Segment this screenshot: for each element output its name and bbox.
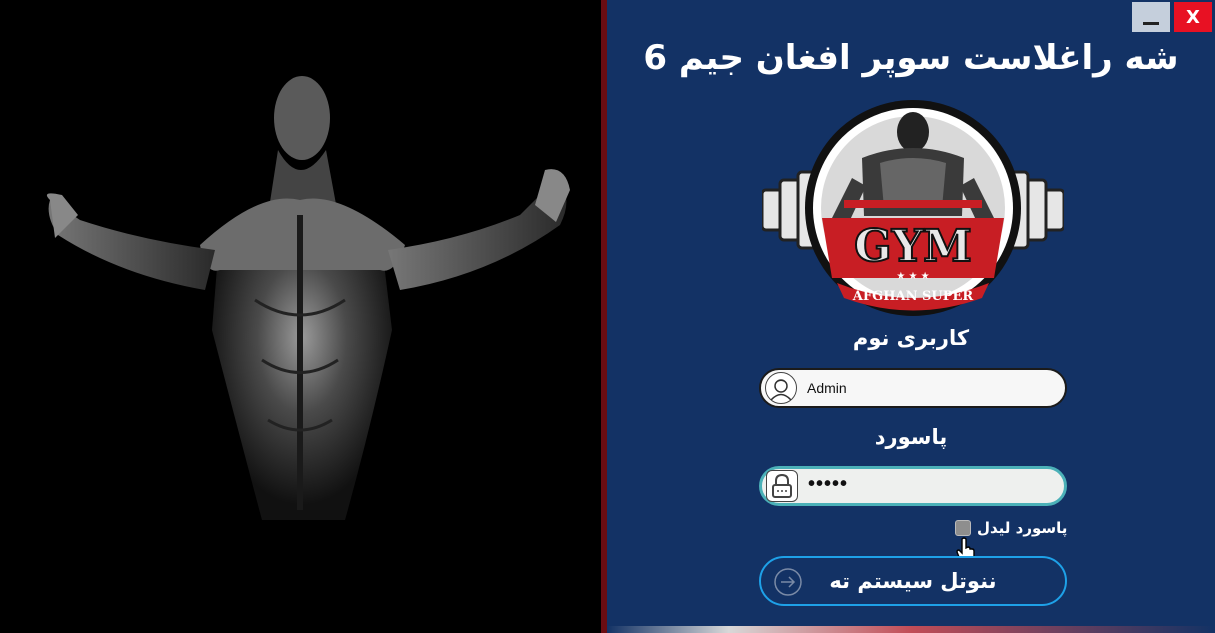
- username-field[interactable]: Admin: [759, 368, 1067, 408]
- login-label: ننوتل سیستم ته: [829, 569, 997, 593]
- show-password-label: پاسورد لیدل: [977, 519, 1068, 537]
- show-password-toggle[interactable]: پاسورد لیدل: [955, 519, 1067, 537]
- hero-image: [0, 0, 601, 633]
- logo-gym-text: GYM: [854, 221, 972, 272]
- logo-stars: ★ ★ ★: [896, 271, 929, 282]
- logo-subtext: AFGHAN SUPER: [852, 289, 974, 304]
- close-button[interactable]: X: [1174, 2, 1212, 32]
- username-value: Admin: [807, 380, 847, 396]
- minimize-icon: [1143, 21, 1159, 25]
- password-field[interactable]: •••••: [759, 466, 1067, 506]
- gym-logo: GYM ★ ★ ★ AFGHAN SUPER: [762, 100, 1064, 316]
- username-label: کاربری نوم: [852, 326, 970, 350]
- bottom-strip: [607, 626, 1215, 633]
- password-label: پاسورد: [874, 425, 948, 449]
- show-password-checkbox[interactable]: [955, 520, 971, 536]
- minimize-button[interactable]: [1132, 2, 1170, 32]
- login-arrow-icon: [774, 568, 802, 596]
- lock-icon: [766, 470, 798, 502]
- app-title: شه راغلاست سوپر افغان جیم 6: [643, 38, 1179, 78]
- bodybuilder-back-image: [0, 0, 601, 633]
- login-panel: X شه راغلاست سوپر افغان جیم 6 GYM ★ ★ ★ …: [607, 0, 1215, 633]
- user-avatar-icon: [765, 372, 797, 404]
- login-button[interactable]: ننوتل سیستم ته: [759, 556, 1067, 606]
- password-value: •••••: [808, 472, 849, 495]
